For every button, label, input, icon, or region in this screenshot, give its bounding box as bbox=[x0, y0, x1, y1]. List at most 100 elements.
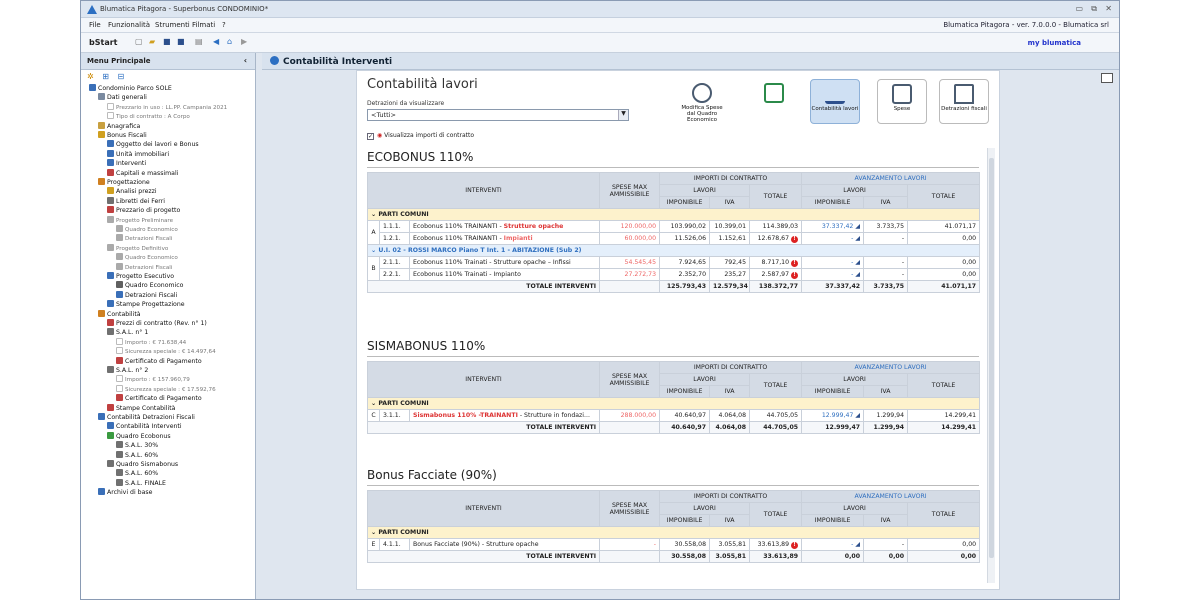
table-row[interactable]: B 2.1.1. Ecobonus 110% Trainati - Struttur… bbox=[367, 256, 981, 281]
tree-item[interactable]: S.A.L. 60% bbox=[116, 450, 158, 460]
chevron-down-icon[interactable]: ⌄ bbox=[371, 400, 376, 407]
edit-progress-icon[interactable]: ◢ bbox=[855, 259, 860, 266]
tree-item[interactable]: Anagrafica bbox=[98, 121, 140, 131]
tree-item[interactable]: Stampe Progettazione bbox=[107, 300, 185, 309]
modifica-spese-label: Modifica Spese dal Quadro Economico bbox=[681, 105, 723, 123]
close-icon[interactable]: ✕ bbox=[1105, 4, 1112, 13]
tree-item[interactable]: Capitali e massimali bbox=[107, 168, 178, 178]
collapse-all-icon[interactable]: ⊟ bbox=[118, 72, 125, 81]
restore-icon[interactable]: ⧉ bbox=[1091, 4, 1097, 14]
back-icon[interactable]: ◀ bbox=[213, 37, 219, 46]
edit-progress-icon[interactable]: ◢ bbox=[855, 223, 860, 230]
group-row[interactable]: ⌄ PARTI COMUNI bbox=[367, 208, 981, 221]
modifica-spese-button[interactable]: Modifica Spese dal Quadro Economico bbox=[677, 79, 727, 124]
tree-item-label: Contabilità Interventi bbox=[116, 423, 182, 431]
show-contract-checkbox[interactable]: ✓ ◉ Visualizza importi di contratto bbox=[367, 132, 474, 140]
tree-item[interactable]: S.A.L. n° 2 bbox=[107, 366, 148, 375]
group-row[interactable]: ⌄ U.I. 02 - ROSSI MARCO Piano T Int. 1 -… bbox=[367, 244, 981, 257]
row-totale: 114.389,03 bbox=[749, 220, 803, 233]
expand-all-icon[interactable]: ⊞ bbox=[102, 72, 109, 81]
tree-item[interactable]: Contabilità Interventi bbox=[107, 422, 182, 431]
tree-item[interactable]: Bonus Fiscali bbox=[98, 131, 147, 140]
tree-item[interactable]: Contabilità bbox=[98, 309, 141, 319]
minimize-icon[interactable]: ▭ bbox=[1075, 4, 1083, 13]
tree-item[interactable]: S.A.L. n° 1 bbox=[107, 328, 148, 337]
table-row[interactable]: A 1.1.1. Ecobonus 110% TRAINANTI - Struttu… bbox=[367, 220, 981, 245]
tree-item[interactable]: Stampe Contabilità bbox=[107, 403, 175, 413]
tree-item[interactable]: Prezzario di progetto bbox=[107, 206, 180, 215]
tree-item[interactable]: Analisi prezzi bbox=[107, 187, 157, 196]
tree-item[interactable]: Unità immobiliari bbox=[107, 149, 169, 159]
menu-file[interactable]: File bbox=[89, 21, 101, 29]
sections-scroll-area[interactable]: ECOBONUS 110% INTERVENTI SPESE MAX AMMISSI… bbox=[367, 148, 987, 583]
bstart-button[interactable]: bStart bbox=[89, 38, 117, 47]
tree-node-icon bbox=[107, 319, 114, 326]
col-interventi: INTERVENTI bbox=[367, 361, 601, 398]
total-row: TOTALE INTERVENTI 40.640,97 4.064,08 44.705… bbox=[367, 421, 981, 434]
tree-item[interactable]: Progetto Esecutivo bbox=[107, 272, 174, 281]
home-icon[interactable]: ⌂ bbox=[227, 37, 232, 46]
table-row[interactable]: 1.2.1. Ecobonus 110% TRAINANTI - Impianti… bbox=[368, 232, 981, 245]
tree-item[interactable]: Interventi bbox=[107, 159, 146, 168]
save-as-icon[interactable]: ■ bbox=[177, 37, 185, 46]
tree-item[interactable]: S.A.L. 30% bbox=[116, 441, 158, 450]
edit-progress-icon[interactable]: ◢ bbox=[855, 412, 860, 419]
splitter[interactable] bbox=[256, 53, 262, 599]
menu-help[interactable]: ? bbox=[222, 21, 226, 29]
chevron-down-icon[interactable]: ⌄ bbox=[371, 211, 376, 218]
edit-progress-icon[interactable]: ◢ bbox=[855, 271, 860, 278]
col-totale: TOTALE bbox=[749, 502, 803, 527]
tree-item[interactable]: Dati generali bbox=[98, 93, 147, 102]
panel-options-icon[interactable] bbox=[1101, 73, 1113, 83]
detrazioni-select[interactable]: <Tutti> ▼ bbox=[367, 109, 629, 121]
desc-highlight: Impianti bbox=[503, 235, 533, 242]
new-icon[interactable]: ▢ bbox=[135, 37, 143, 46]
tree-item[interactable]: Condominio Parco SOLE bbox=[89, 84, 172, 93]
tree-item[interactable]: Oggetto dei lavori e Bonus bbox=[107, 140, 199, 149]
tree-item[interactable]: Detrazioni Fiscali bbox=[116, 290, 177, 300]
tree-item[interactable]: Quadro Sismabonus bbox=[107, 460, 178, 469]
contabilita-lavori-button[interactable]: Contabilità lavori bbox=[810, 79, 860, 124]
tree-item[interactable]: Certificato di Pagamento bbox=[116, 394, 202, 403]
vertical-scrollbar[interactable] bbox=[987, 148, 995, 583]
table-row[interactable]: 2.2.1. Ecobonus 110% Trainati - Impianto 2… bbox=[368, 268, 981, 281]
menu-strumenti[interactable]: Strumenti bbox=[155, 21, 190, 29]
tree-item[interactable]: Quadro Economico bbox=[116, 281, 183, 290]
spese-button[interactable]: Spese bbox=[877, 79, 927, 124]
detrazioni-fiscali-button[interactable]: Detrazioni fiscali bbox=[939, 79, 989, 124]
col-totale-av: TOTALE bbox=[907, 184, 981, 209]
edit-progress-icon[interactable]: ◢ bbox=[855, 235, 860, 242]
tree-item[interactable]: Libretti dei Ferri bbox=[107, 196, 165, 206]
open-icon[interactable]: ▰ bbox=[149, 37, 155, 46]
tree-item[interactable]: Progettazione bbox=[98, 178, 150, 187]
tree-item[interactable]: S.A.L. FINALE bbox=[116, 478, 166, 488]
table-row[interactable]: C 3.1.1. Sismabonus 110% -TRAINANTI - Stru… bbox=[367, 409, 981, 422]
print-icon[interactable]: ▤ bbox=[195, 37, 203, 46]
tree-item[interactable]: Certificato di Pagamento bbox=[116, 356, 202, 366]
scrollbar-thumb[interactable] bbox=[989, 158, 994, 558]
checkbox-icon[interactable]: ✓ bbox=[367, 133, 374, 140]
tree-node-icon bbox=[116, 262, 123, 270]
tree-item[interactable]: Prezzi di contratto (Rev. n° 1) bbox=[107, 319, 207, 328]
save-icon[interactable]: ■ bbox=[163, 37, 171, 46]
tree-item[interactable]: Archivi di base bbox=[98, 488, 152, 497]
chevron-down-icon[interactable]: ⌄ bbox=[371, 247, 376, 254]
group-row[interactable]: ⌄ PARTI COMUNI bbox=[367, 397, 981, 410]
group-row[interactable]: ⌄ PARTI COMUNI bbox=[367, 526, 981, 539]
forward-icon[interactable]: ▶ bbox=[241, 37, 247, 46]
tree-item[interactable]: Quadro Ecobonus bbox=[107, 431, 171, 441]
edit-progress-icon[interactable]: ◢ bbox=[855, 541, 860, 548]
tree-item[interactable]: S.A.L. 60% bbox=[116, 469, 158, 478]
export-excel-button[interactable] bbox=[749, 79, 799, 124]
chevron-down-icon[interactable]: ⌄ bbox=[371, 529, 376, 536]
menu-funzionalita[interactable]: Funzionalità bbox=[108, 21, 150, 29]
tree-item[interactable]: Contabilità Detrazioni Fiscali bbox=[98, 413, 195, 422]
table-row[interactable]: E 4.1.1. Bonus Facciate (90%) - Strutture … bbox=[367, 538, 981, 551]
menu-filmati[interactable]: Filmati bbox=[192, 21, 215, 29]
collapse-sidebar-icon[interactable]: ‹ bbox=[244, 56, 247, 65]
chevron-down-icon[interactable]: ▼ bbox=[618, 110, 628, 120]
tree-item-label: S.A.L. n° 2 bbox=[116, 367, 149, 374]
settings-icon[interactable]: ✲ bbox=[87, 72, 94, 81]
brand-label[interactable]: my blumatica bbox=[1028, 39, 1081, 47]
contabilita-lavori-label: Contabilità lavori bbox=[811, 106, 859, 112]
